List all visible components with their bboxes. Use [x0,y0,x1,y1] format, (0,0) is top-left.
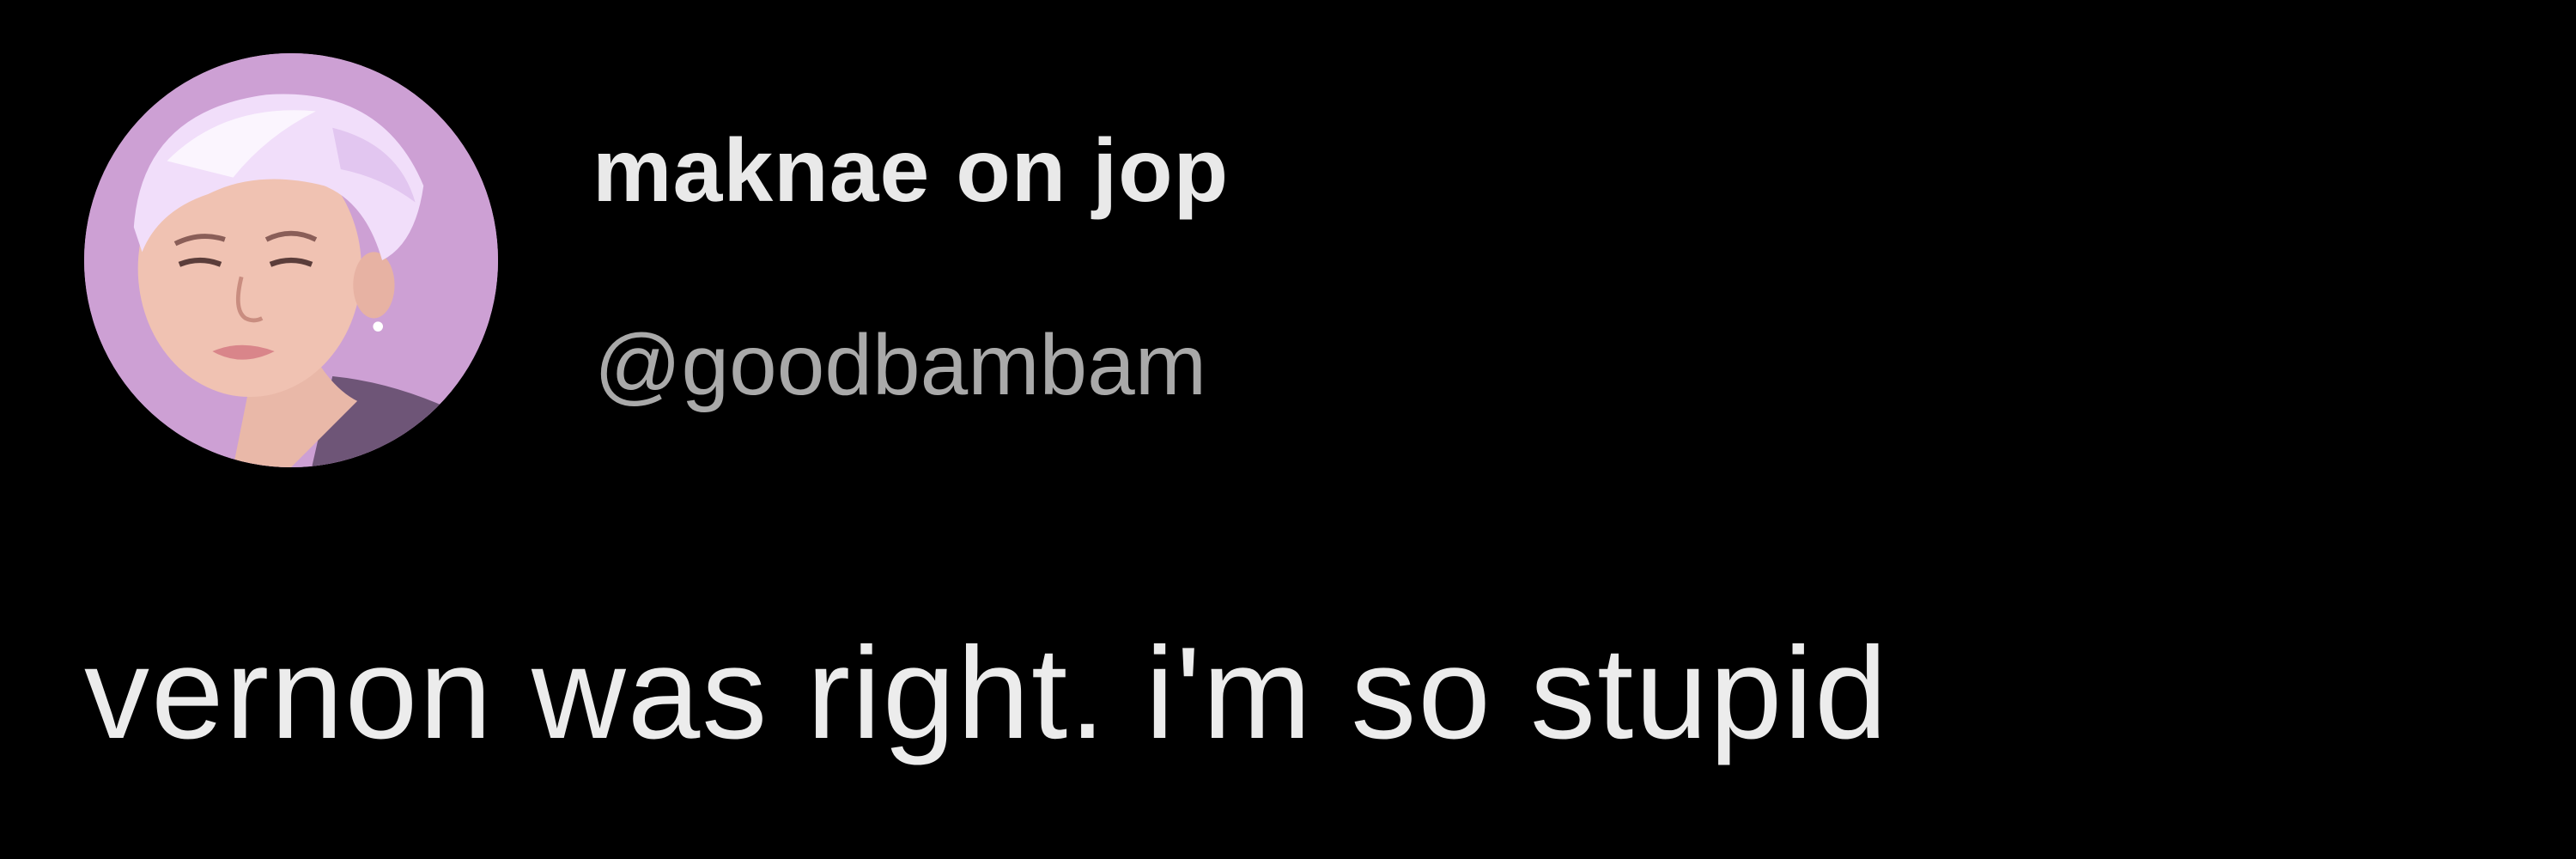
tweet-card: maknae on jop @goodbambam vernon was rig… [0,0,2576,859]
display-name[interactable]: maknae on jop [592,120,1229,222]
tweet-text: vernon was right. i'm so stupid [84,620,1889,766]
user-handle[interactable]: @goodbambam [594,316,1206,415]
avatar[interactable] [84,53,498,467]
avatar-photo-icon [84,53,498,467]
